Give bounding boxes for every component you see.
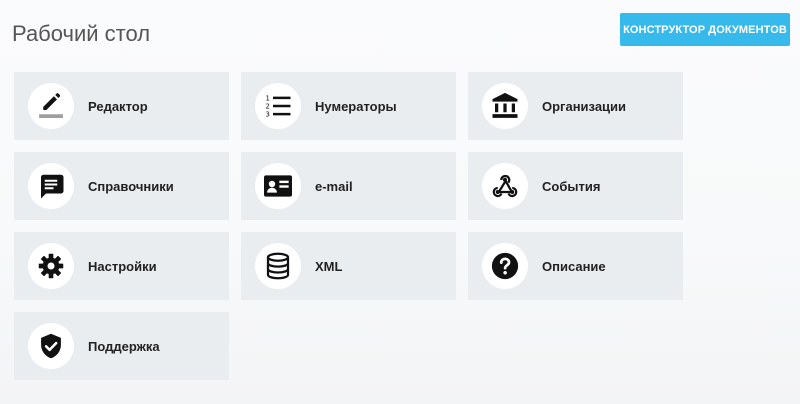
tile-label: Поддержка <box>88 338 160 354</box>
tile-references[interactable]: Справочники <box>14 152 229 220</box>
help-icon <box>490 251 520 281</box>
database-icon <box>263 251 293 281</box>
tile-label: e-mail <box>315 178 353 194</box>
tile-label: Описание <box>542 258 606 274</box>
svg-text:2: 2 <box>266 103 270 111</box>
bank-icon <box>490 91 520 121</box>
tile-xml[interactable]: XML <box>241 232 456 300</box>
icon-circle <box>28 323 74 369</box>
tile-label: Нумераторы <box>315 98 397 114</box>
icon-circle: 1 2 3 <box>255 83 301 129</box>
icon-circle <box>28 163 74 209</box>
icon-circle <box>482 163 528 209</box>
tile-editor[interactable]: Редактор <box>14 72 229 140</box>
numbered-list-icon: 1 2 3 <box>263 91 293 121</box>
icon-circle <box>28 243 74 289</box>
tile-label: XML <box>315 258 343 274</box>
tiles-grid: Редактор 1 2 3 Нумераторы Организации Сп… <box>14 72 683 380</box>
tile-settings[interactable]: Настройки <box>14 232 229 300</box>
tile-support[interactable]: Поддержка <box>14 312 229 380</box>
message-icon <box>36 171 66 201</box>
tile-events[interactable]: События <box>468 152 683 220</box>
verified-shield-icon <box>37 332 65 360</box>
document-constructor-button[interactable]: КОНСТРУКТОР ДОКУМЕНТОВ <box>620 13 790 46</box>
page-title: Рабочий стол <box>12 21 151 46</box>
desktop-page: Рабочий стол КОНСТРУКТОР ДОКУМЕНТОВ Реда… <box>0 0 800 404</box>
icon-circle <box>482 243 528 289</box>
tile-label: События <box>542 178 601 194</box>
tile-numerators[interactable]: 1 2 3 Нумераторы <box>241 72 456 140</box>
icon-circle <box>482 83 528 129</box>
pencil-icon <box>36 91 66 121</box>
webhook-icon <box>490 171 520 201</box>
icon-circle <box>28 83 74 129</box>
tile-email[interactable]: e-mail <box>241 152 456 220</box>
tile-label: Настройки <box>88 258 157 274</box>
gear-icon <box>37 252 65 280</box>
icon-circle <box>255 163 301 209</box>
svg-text:3: 3 <box>266 111 270 119</box>
tile-description[interactable]: Описание <box>468 232 683 300</box>
tile-label: Организации <box>542 98 627 114</box>
svg-text:1: 1 <box>266 94 270 102</box>
tile-organizations[interactable]: Организации <box>468 72 683 140</box>
tile-label: Справочники <box>88 178 174 194</box>
contact-card-icon <box>262 170 294 202</box>
tile-label: Редактор <box>88 98 148 114</box>
icon-circle <box>255 243 301 289</box>
